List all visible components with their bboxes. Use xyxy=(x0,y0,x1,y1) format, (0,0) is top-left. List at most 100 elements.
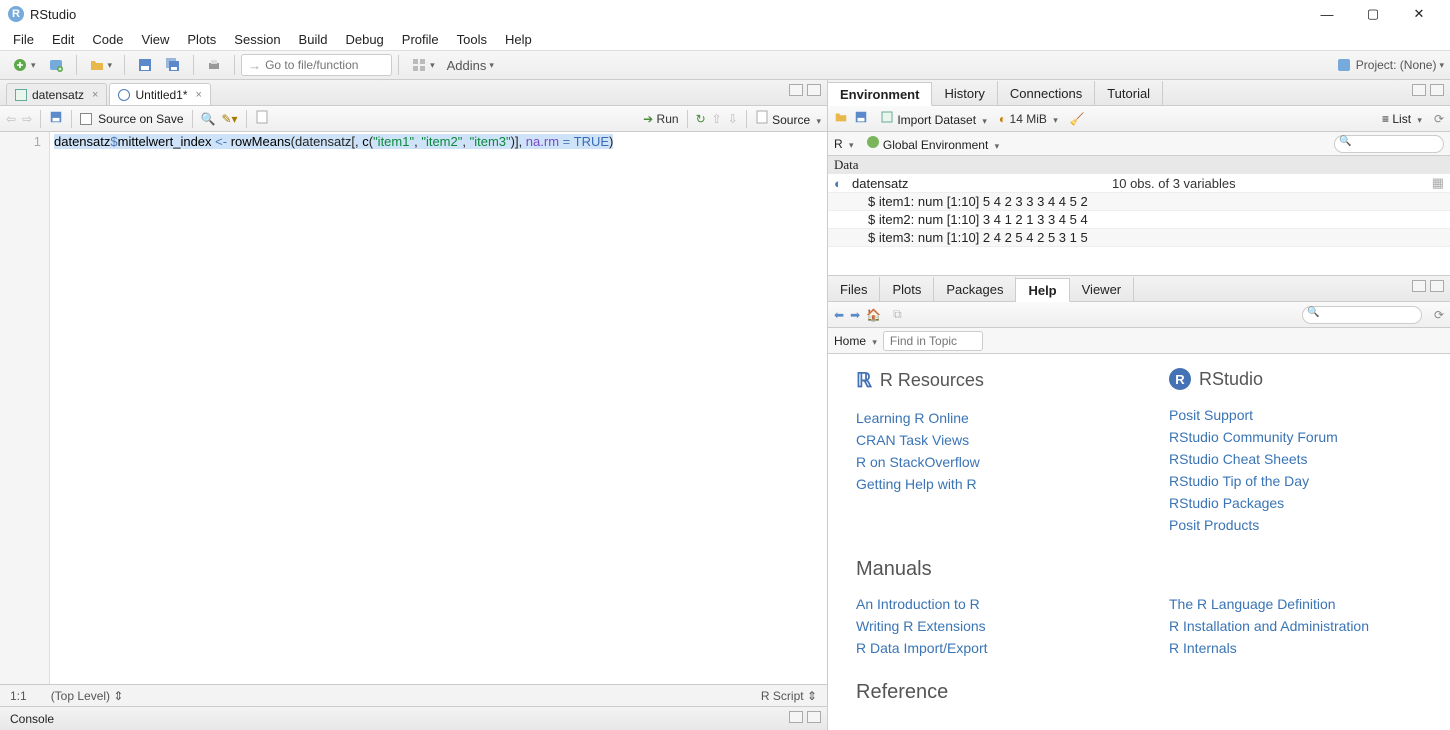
tab-help[interactable]: Help xyxy=(1016,278,1069,302)
console-tab[interactable]: Console xyxy=(0,706,827,730)
forward-icon[interactable]: ⇨ xyxy=(22,112,32,126)
menu-profile[interactable]: Profile xyxy=(393,32,448,47)
grid-view-button[interactable]: ▾ xyxy=(407,55,439,75)
find-in-topic-input[interactable] xyxy=(883,331,983,351)
load-workspace-icon[interactable] xyxy=(834,110,848,127)
up-icon[interactable]: ⇧ xyxy=(712,112,722,126)
memory-usage[interactable]: ◐ 14 MiB ▾ xyxy=(999,112,1058,126)
menu-session[interactable]: Session xyxy=(225,32,289,47)
open-file-button[interactable]: ▾ xyxy=(85,55,117,75)
close-icon[interactable]: × xyxy=(92,89,98,101)
view-data-icon[interactable]: ▦ xyxy=(1432,175,1444,191)
import-dataset-button[interactable]: Import Dataset ▾ xyxy=(880,110,987,127)
help-link[interactable]: R Installation and Administration xyxy=(1169,615,1422,637)
menu-edit[interactable]: Edit xyxy=(43,32,83,47)
code-editor[interactable]: 1 datensatz$mittelwert_index <- rowMeans… xyxy=(0,132,827,684)
print-button[interactable] xyxy=(202,55,226,75)
tab-files[interactable]: Files xyxy=(828,277,880,301)
help-link[interactable]: RStudio Cheat Sheets xyxy=(1169,448,1422,470)
help-link[interactable]: RStudio Community Forum xyxy=(1169,426,1422,448)
find-icon[interactable]: 🔍 xyxy=(201,112,216,126)
tab-history[interactable]: History xyxy=(932,81,997,105)
collapse-icon[interactable]: ◐ xyxy=(834,176,848,191)
code-area[interactable]: datensatz$mittelwert_index <- rowMeans(d… xyxy=(50,132,827,684)
help-forward-icon[interactable]: ➡ xyxy=(850,308,860,322)
help-content[interactable]: ℝ R Resources Learning R Online CRAN Tas… xyxy=(828,354,1450,730)
language-scope[interactable]: R ▾ xyxy=(834,137,854,151)
tab-environment[interactable]: Environment xyxy=(828,82,932,106)
project-menu[interactable]: Project: (None)▾ xyxy=(1336,57,1444,73)
help-link[interactable]: R on StackOverflow xyxy=(856,451,1109,473)
menu-file[interactable]: File xyxy=(4,32,43,47)
help-link[interactable]: The R Language Definition xyxy=(1169,593,1422,615)
menu-plots[interactable]: Plots xyxy=(178,32,225,47)
help-link[interactable]: RStudio Tip of the Day xyxy=(1169,470,1422,492)
popout-icon[interactable]: ⧉ xyxy=(893,307,902,322)
help-home-button[interactable]: Home ▾ xyxy=(834,334,877,348)
save-all-button[interactable] xyxy=(161,55,185,75)
language-selector[interactable]: R Script ⇕ xyxy=(761,689,817,703)
env-search-input[interactable] xyxy=(1334,135,1444,153)
wand-icon[interactable]: ✎▾ xyxy=(221,112,237,126)
goto-file-function[interactable]: → xyxy=(241,54,392,76)
menu-build[interactable]: Build xyxy=(290,32,337,47)
tab-datensatz[interactable]: datensatz × xyxy=(6,83,107,105)
help-link[interactable]: Posit Support xyxy=(1169,404,1422,426)
tab-packages[interactable]: Packages xyxy=(934,277,1016,301)
save-workspace-icon[interactable] xyxy=(854,110,868,127)
help-link[interactable]: R Data Import/Export xyxy=(856,637,1109,659)
view-mode-button[interactable]: ≡ List ▾ xyxy=(1382,112,1422,126)
menu-code[interactable]: Code xyxy=(83,32,132,47)
minimize-button[interactable]: — xyxy=(1304,0,1350,28)
back-icon[interactable]: ⇦ xyxy=(6,112,16,126)
help-link[interactable]: Learning R Online xyxy=(856,407,1109,429)
tab-viewer[interactable]: Viewer xyxy=(1070,277,1135,301)
menu-tools[interactable]: Tools xyxy=(448,32,496,47)
refresh-icon[interactable]: ⟳ xyxy=(1434,112,1444,126)
rerun-icon[interactable]: ↻ xyxy=(696,112,706,126)
global-env-scope[interactable]: Global Environment ▾ xyxy=(866,135,1000,152)
addins-button[interactable]: Addins▾ xyxy=(443,56,498,75)
down-icon[interactable]: ⇩ xyxy=(728,112,738,126)
help-back-icon[interactable]: ⬅ xyxy=(834,308,844,322)
help-link[interactable]: R Internals xyxy=(1169,637,1422,659)
save-button[interactable] xyxy=(133,55,157,75)
maximize-pane-icon[interactable] xyxy=(807,84,821,96)
new-file-button[interactable]: ▾ xyxy=(8,55,40,75)
help-link[interactable]: Getting Help with R xyxy=(856,473,1109,495)
minimize-pane-icon[interactable] xyxy=(1412,280,1426,292)
tab-plots[interactable]: Plots xyxy=(880,277,934,301)
source-on-save-checkbox[interactable] xyxy=(80,113,92,125)
maximize-button[interactable]: ▢ xyxy=(1350,0,1396,28)
scope-selector[interactable]: (Top Level) ⇕ xyxy=(51,689,124,703)
broom-icon[interactable]: 🧹 xyxy=(1070,112,1085,126)
help-link[interactable]: Writing R Extensions xyxy=(856,615,1109,637)
source-button[interactable]: Source ▾ xyxy=(755,110,821,127)
menu-help[interactable]: Help xyxy=(496,32,541,47)
help-link[interactable]: RStudio Packages xyxy=(1169,492,1422,514)
goto-input[interactable] xyxy=(265,58,385,72)
help-link[interactable]: Posit Products xyxy=(1169,514,1422,536)
maximize-pane-icon[interactable] xyxy=(1430,280,1444,292)
help-link[interactable]: CRAN Task Views xyxy=(856,429,1109,451)
report-icon[interactable] xyxy=(255,110,269,127)
close-button[interactable]: ✕ xyxy=(1396,0,1442,28)
help-search-input[interactable] xyxy=(1302,306,1422,324)
minimize-pane-icon[interactable] xyxy=(789,711,803,723)
run-button[interactable]: ➔ Run xyxy=(643,112,678,126)
maximize-pane-icon[interactable] xyxy=(1430,84,1444,96)
home-icon[interactable]: 🏠 xyxy=(866,308,881,322)
close-icon[interactable]: × xyxy=(196,89,202,101)
env-object-row[interactable]: ◐ datensatz 10 obs. of 3 variables ▦ xyxy=(828,174,1450,193)
new-project-button[interactable] xyxy=(44,55,68,75)
menu-debug[interactable]: Debug xyxy=(336,32,392,47)
minimize-pane-icon[interactable] xyxy=(1412,84,1426,96)
refresh-icon[interactable]: ⟳ xyxy=(1434,308,1444,322)
maximize-pane-icon[interactable] xyxy=(807,711,821,723)
tab-connections[interactable]: Connections xyxy=(998,81,1095,105)
tab-tutorial[interactable]: Tutorial xyxy=(1095,81,1163,105)
help-link[interactable]: An Introduction to R xyxy=(856,593,1109,615)
menu-view[interactable]: View xyxy=(132,32,178,47)
save-icon[interactable] xyxy=(49,110,63,127)
minimize-pane-icon[interactable] xyxy=(789,84,803,96)
